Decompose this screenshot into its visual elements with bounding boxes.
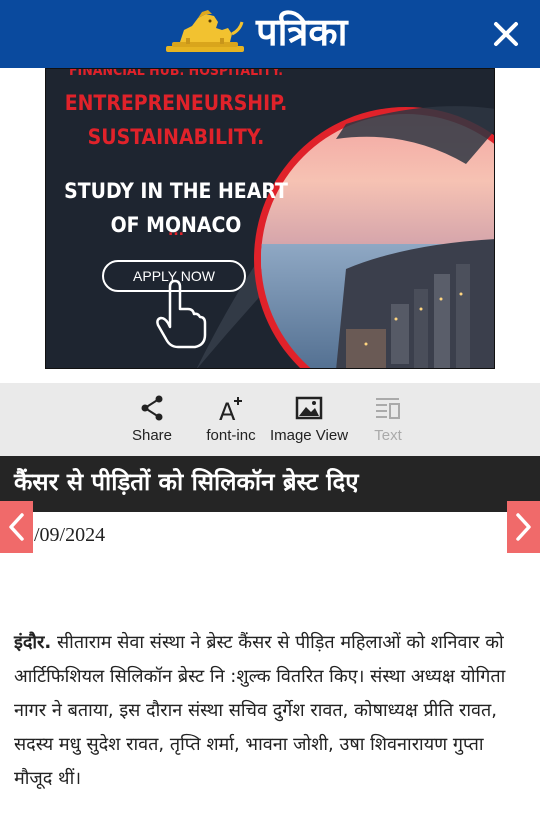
chevron-left-icon: [9, 513, 24, 541]
share-button[interactable]: Share: [107, 393, 197, 449]
chevron-right-icon: [516, 513, 531, 541]
image-view-label: Image View: [269, 427, 349, 444]
article-page: पत्रिका FINANCIAL HUB. HOSPITALITY. ENTR…: [0, 0, 540, 839]
ad-headline-1: ENTREPRENEURSHIP.: [64, 91, 288, 115]
pointer-hand-icon: [156, 279, 207, 349]
image-view-button[interactable]: Image View: [264, 393, 354, 449]
article-location: इंदौर.: [14, 632, 52, 653]
image-icon: [295, 396, 323, 420]
svg-text:A: A: [219, 398, 236, 423]
ad-top-line: FINANCIAL HUB. HOSPITALITY.: [68, 68, 284, 79]
next-article-button[interactable]: [507, 501, 540, 553]
previous-article-button[interactable]: [0, 501, 33, 553]
text-view-icon: [376, 398, 400, 419]
article-title: कैंसर से पीड़ितों को सिलिकॉन ब्रेस्ट दिए: [14, 468, 359, 496]
article-body: इंदौर. सीताराम सेवा संस्था ने ब्रेस्ट कै…: [14, 626, 526, 796]
share-icon: [141, 395, 163, 421]
text-view-label: Text: [374, 427, 402, 444]
brand-name: पत्रिका: [256, 10, 348, 54]
ad-headline-2: SUSTAINABILITY.: [87, 125, 265, 149]
brand-logo[interactable]: पत्रिका: [162, 8, 347, 56]
lion-icon: [166, 10, 244, 52]
font-increase-icon: A: [219, 397, 242, 423]
app-header: पत्रिका: [0, 0, 540, 68]
share-label: Share: [131, 427, 173, 444]
article-body-text: सीताराम सेवा संस्था ने ब्रेस्ट कैंसर से …: [14, 632, 506, 789]
font-increase-button[interactable]: A font-inc: [186, 393, 276, 449]
article-title-bar: कैंसर से पीड़ितों को सिलिकॉन ब्रेस्ट दिए: [0, 456, 540, 512]
font-increase-label: font-inc: [206, 427, 256, 444]
ad-headline-3: STUDY IN THE HEART: [64, 179, 288, 203]
advertisement-banner[interactable]: FINANCIAL HUB. HOSPITALITY. ENTREPRENEUR…: [45, 68, 495, 369]
article-toolbar: Share A font-inc Image View Text: [0, 383, 540, 456]
text-view-button[interactable]: Text: [343, 393, 433, 449]
close-icon[interactable]: [486, 14, 526, 54]
ad-headline-4: OF MONACO: [110, 213, 242, 237]
